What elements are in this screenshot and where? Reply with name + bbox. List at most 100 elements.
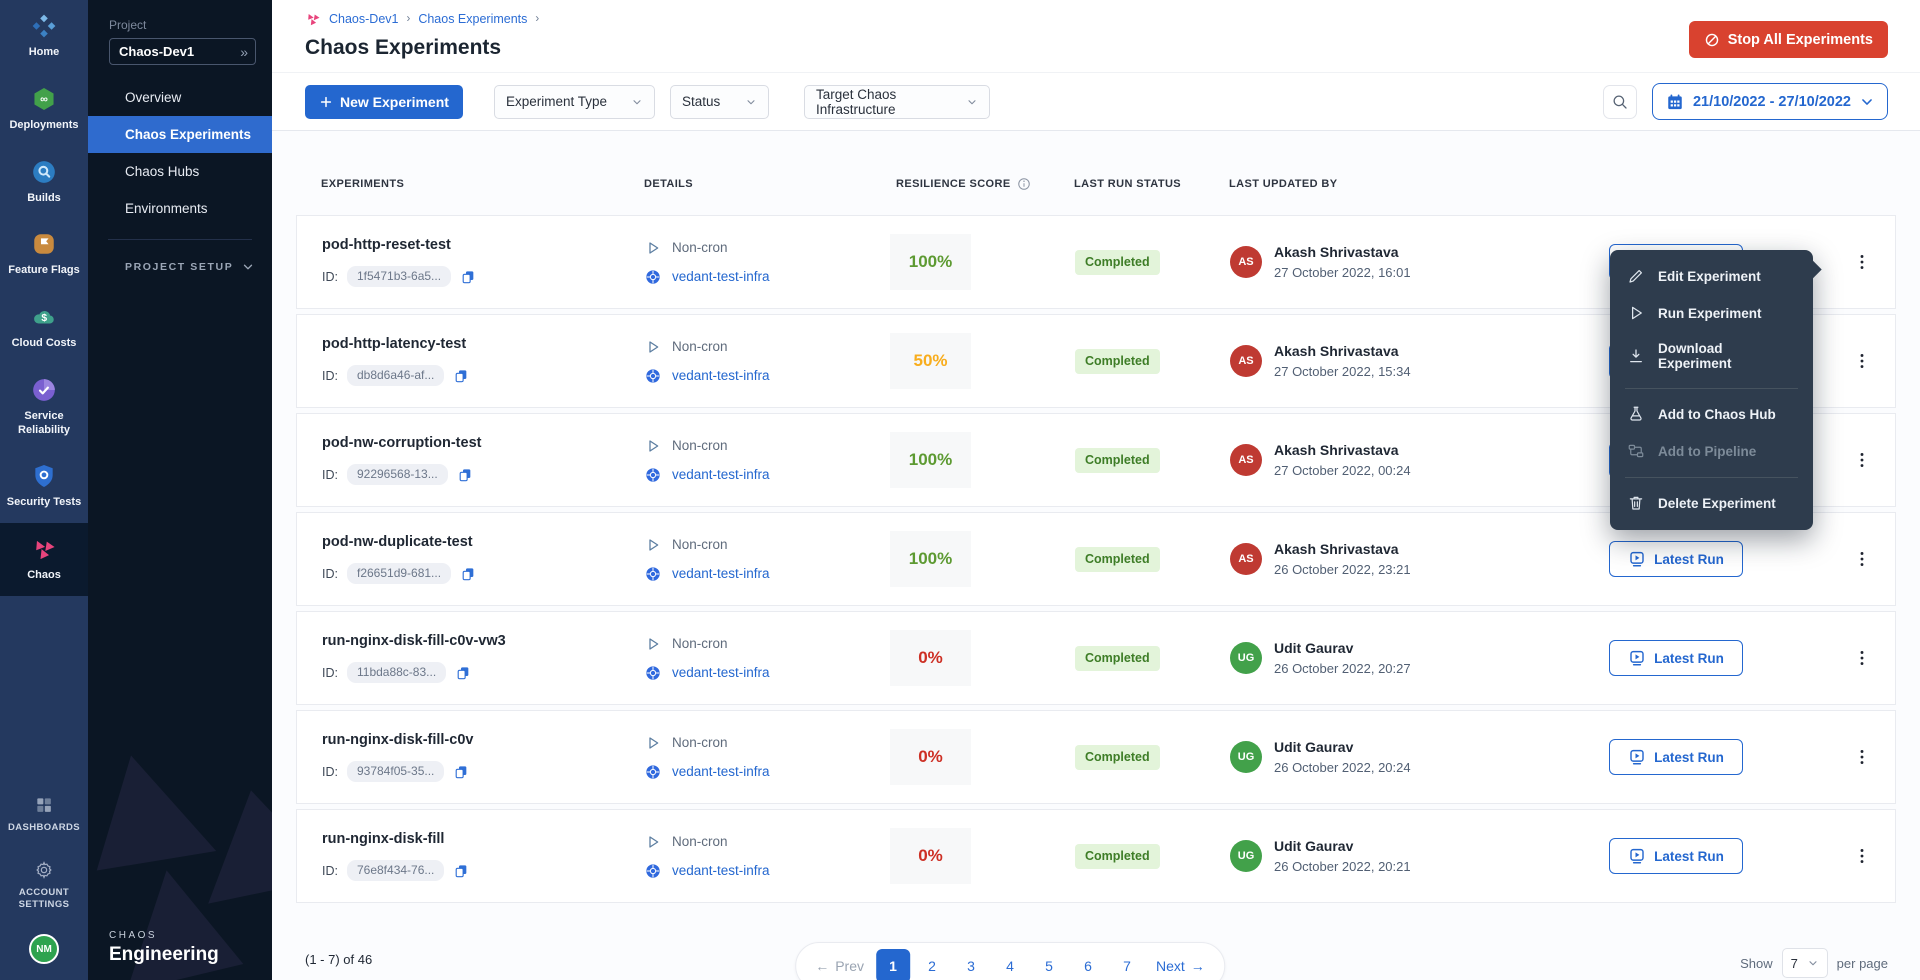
context-menu-item[interactable]: Add to Chaos Hub xyxy=(1610,396,1813,433)
experiment-row[interactable]: run-nginx-disk-fill-c0v ID: 93784f05-35.… xyxy=(296,710,1896,804)
breadcrumb-link[interactable]: Chaos Experiments xyxy=(418,12,527,26)
experiment-name[interactable]: pod-http-latency-test xyxy=(322,336,645,352)
user-avatar[interactable]: NM xyxy=(29,934,59,964)
plus-icon xyxy=(319,95,333,109)
filter-dropdown[interactable]: Status xyxy=(670,85,769,119)
rail-module-item[interactable]: Chaos xyxy=(0,523,88,596)
project-nav-item[interactable]: Environments xyxy=(88,190,272,227)
rail-module-item[interactable]: Builds xyxy=(0,146,88,219)
new-experiment-button[interactable]: New Experiment xyxy=(305,85,463,119)
project-nav-item[interactable]: Chaos Hubs xyxy=(88,153,272,190)
infrastructure-link[interactable]: vedant-test-infra xyxy=(672,368,770,383)
search-button[interactable] xyxy=(1603,85,1637,119)
page-number-button[interactable]: 6 xyxy=(1071,949,1105,980)
copy-id-button[interactable] xyxy=(453,764,469,780)
copy-id-button[interactable] xyxy=(460,566,476,582)
row-menu-button[interactable] xyxy=(1849,247,1875,277)
experiment-row[interactable]: run-nginx-disk-fill ID: 76e8f434-76... xyxy=(296,809,1896,903)
rail-module-label: Security Tests xyxy=(7,496,81,510)
experiment-name[interactable]: run-nginx-disk-fill-c0v-vw3 xyxy=(322,633,645,649)
project-setup-toggle[interactable]: PROJECT SETUP xyxy=(125,261,254,273)
rail-module-label: Deployments xyxy=(9,119,78,133)
filter-dropdown[interactable]: Target Chaos Infrastructure xyxy=(804,85,990,119)
stop-all-experiments-button[interactable]: Stop All Experiments xyxy=(1689,21,1888,58)
experiment-row[interactable]: run-nginx-disk-fill-c0v-vw3 ID: 11bda88c… xyxy=(296,611,1896,705)
rail-module-item[interactable]: Feature Flags xyxy=(0,218,88,291)
experiment-name[interactable]: run-nginx-disk-fill xyxy=(322,831,645,847)
context-menu-item[interactable]: Run Experiment xyxy=(1610,295,1813,332)
page-number-button[interactable]: 4 xyxy=(993,949,1027,980)
latest-run-button[interactable]: Latest Run xyxy=(1609,541,1743,577)
context-menu-item[interactable]: Add to Pipeline xyxy=(1610,433,1813,470)
experiment-name[interactable]: pod-http-reset-test xyxy=(322,237,645,253)
experiment-name[interactable]: run-nginx-disk-fill-c0v xyxy=(322,732,645,748)
info-icon[interactable] xyxy=(1017,177,1031,191)
rail-module-item[interactable]: Service Reliability xyxy=(0,364,88,451)
nav-divider xyxy=(108,239,252,240)
app-window: Home ∞ Deployments Builds Feature Flags … xyxy=(0,0,1920,980)
row-menu-button[interactable] xyxy=(1849,841,1875,871)
schedule-type-label: Non-cron xyxy=(672,537,728,552)
row-menu-button[interactable] xyxy=(1849,544,1875,574)
row-menu-button[interactable] xyxy=(1849,742,1875,772)
updated-by-name: Akash Shrivastava xyxy=(1274,541,1411,557)
context-menu-item[interactable]: Download Experiment xyxy=(1610,332,1813,381)
page-number-button[interactable]: 1 xyxy=(876,949,910,980)
copy-id-button[interactable] xyxy=(460,269,476,285)
page-number-button[interactable]: 2 xyxy=(915,949,949,980)
rail-module-item[interactable]: $ Cloud Costs xyxy=(0,291,88,364)
breadcrumb-link[interactable]: Chaos-Dev1 xyxy=(329,12,398,26)
chevron-down-icon xyxy=(1860,95,1874,109)
copy-id-button[interactable] xyxy=(457,467,473,483)
rail-module-item[interactable]: Home xyxy=(0,0,88,73)
copy-id-button[interactable] xyxy=(453,863,469,879)
copy-id-button[interactable] xyxy=(455,665,471,681)
per-page-select[interactable]: 7 xyxy=(1782,948,1828,978)
status-badge: Completed xyxy=(1075,844,1160,869)
latest-run-button[interactable]: Latest Run xyxy=(1609,640,1743,676)
rail-module-item[interactable]: Security Tests xyxy=(0,450,88,523)
latest-run-button[interactable]: Latest Run xyxy=(1609,739,1743,775)
project-selector[interactable]: Chaos-Dev1 » xyxy=(109,38,256,65)
id-prefix-label: ID: xyxy=(322,864,338,878)
dashboards-icon xyxy=(34,795,54,815)
updated-by-name: Udit Gaurav xyxy=(1274,739,1411,755)
row-menu-button[interactable] xyxy=(1849,346,1875,376)
page-number-button[interactable]: 3 xyxy=(954,949,988,980)
experiment-name[interactable]: pod-nw-duplicate-test xyxy=(322,534,645,550)
infrastructure-link[interactable]: vedant-test-infra xyxy=(672,467,770,482)
chaos-module-icon xyxy=(305,11,321,27)
svg-text:$: $ xyxy=(41,313,47,324)
chevron-double-right-icon[interactable]: » xyxy=(240,44,248,60)
project-nav-item[interactable]: Chaos Experiments xyxy=(88,116,272,153)
infrastructure-link[interactable]: vedant-test-infra xyxy=(672,764,770,779)
run-history-icon xyxy=(1628,748,1646,766)
filter-dropdown[interactable]: Experiment Type xyxy=(494,85,655,119)
experiment-id-badge: db8d6a46-af... xyxy=(347,365,444,386)
date-range-picker[interactable]: 21/10/2022 - 27/10/2022 xyxy=(1652,83,1888,120)
infrastructure-link[interactable]: vedant-test-infra xyxy=(672,566,770,581)
row-menu-button[interactable] xyxy=(1849,445,1875,475)
user-avatar: UG xyxy=(1230,741,1262,773)
rail-item-account-settings[interactable]: ACCOUNT SETTINGS xyxy=(0,847,88,924)
infrastructure-link[interactable]: vedant-test-infra xyxy=(672,269,770,284)
context-menu-item[interactable]: Edit Experiment xyxy=(1610,258,1813,295)
row-menu-button[interactable] xyxy=(1849,643,1875,673)
experiment-id-badge: 76e8f434-76... xyxy=(347,860,444,881)
page-number-button[interactable]: 7 xyxy=(1110,949,1144,980)
infrastructure-link[interactable]: vedant-test-infra xyxy=(672,863,770,878)
latest-run-button[interactable]: Latest Run xyxy=(1609,838,1743,874)
play-outline-icon xyxy=(645,636,661,652)
kebab-icon xyxy=(1853,649,1871,667)
prev-page-button[interactable]: ← Prev xyxy=(808,949,871,980)
experiment-name[interactable]: pod-nw-corruption-test xyxy=(322,435,645,451)
infrastructure-link[interactable]: vedant-test-infra xyxy=(672,665,770,680)
rail-module-item[interactable]: ∞ Deployments xyxy=(0,73,88,146)
context-menu-item[interactable]: Delete Experiment xyxy=(1610,485,1813,522)
page-number-button[interactable]: 5 xyxy=(1032,949,1066,980)
updated-date: 26 October 2022, 20:24 xyxy=(1274,760,1411,775)
project-nav-item[interactable]: Overview xyxy=(88,79,272,116)
copy-id-button[interactable] xyxy=(453,368,469,384)
next-page-button[interactable]: Next → xyxy=(1149,949,1212,980)
rail-item-dashboards[interactable]: DASHBOARDS xyxy=(0,782,88,847)
